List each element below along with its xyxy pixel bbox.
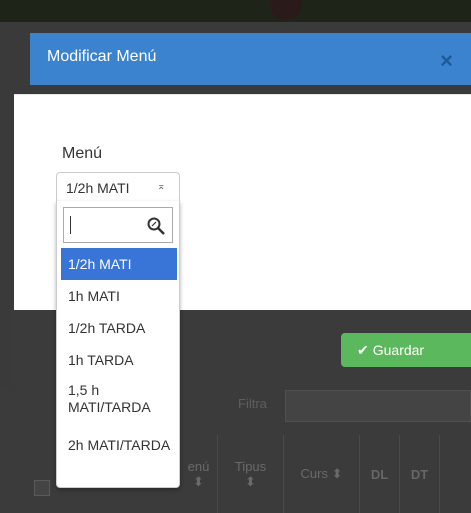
save-button-label: Guardar	[372, 342, 425, 358]
modal-header: Modificar Menú ×	[30, 33, 471, 85]
dropdown-option[interactable]: 1h MATI	[61, 280, 177, 312]
search-icon	[147, 217, 165, 235]
dropdown-option[interactable]: 1,5 h MATI/TARDA	[61, 382, 177, 426]
dropdown-search-input[interactable]	[63, 207, 173, 243]
column-header-curs[interactable]: Curs ⬍	[284, 435, 360, 513]
column-header-menu[interactable]: enú ⬍	[180, 435, 218, 513]
select-all-checkbox[interactable]	[34, 480, 50, 496]
save-button[interactable]: ✔ Guardar	[341, 333, 471, 367]
column-header-tipus[interactable]: Tipus ⬍	[218, 435, 284, 513]
filter-input[interactable]	[285, 390, 471, 422]
dropdown-option[interactable]: 1/2h TARDA	[61, 312, 177, 344]
collapse-arrow-icon[interactable]: ⌅	[157, 181, 165, 192]
column-header-dl[interactable]: DL	[360, 435, 400, 513]
app-topbar	[0, 0, 471, 22]
dropdown-option[interactable]: 1h TARDA	[61, 344, 177, 376]
menu-select[interactable]: 1/2h MATI ⌅	[56, 172, 180, 202]
check-icon: ✔	[357, 342, 369, 358]
menu-dropdown: 1/2h MATI 1h MATI 1/2h TARDA 1h TARDA 1,…	[56, 201, 180, 488]
column-header-dt[interactable]: DT	[400, 435, 440, 513]
menu-field-label: Menú	[62, 145, 103, 162]
close-icon[interactable]: ×	[440, 50, 453, 72]
dropdown-option[interactable]: 2h MATI/TARDA	[61, 437, 177, 481]
dropdown-option[interactable]: 1/2h MATI	[61, 248, 177, 280]
menu-select-value: 1/2h MATI	[66, 180, 130, 196]
filter-label: Filtra	[238, 396, 267, 411]
text-caret	[70, 216, 71, 234]
modal-title: Modificar Menú	[47, 48, 157, 65]
user-avatar	[270, 0, 302, 20]
